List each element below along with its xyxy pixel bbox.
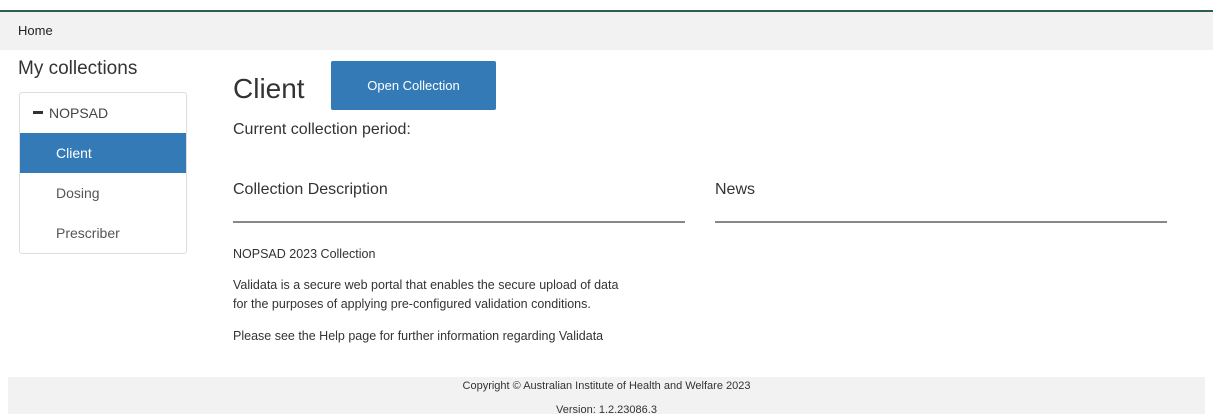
page-title: Client xyxy=(233,73,305,104)
sidebar-item-client[interactable]: Client xyxy=(20,133,186,173)
footer-copyright: Copyright © Australian Institute of Heal… xyxy=(462,380,751,392)
collection-name-text: NOPSAD 2023 Collection xyxy=(233,247,376,261)
breadcrumb-home-link[interactable]: Home xyxy=(18,23,53,38)
news-heading: News xyxy=(715,181,756,198)
news-divider xyxy=(715,221,1167,223)
sidebar-title: My collections xyxy=(18,58,138,79)
footer-version: Version: 1.2.23086.3 xyxy=(556,404,657,416)
collection-group-toggle[interactable]: NOPSAD xyxy=(20,93,186,133)
description-divider xyxy=(233,221,685,223)
breadcrumb: Home xyxy=(0,12,1213,50)
description-line-1: Validata is a secure web portal that ena… xyxy=(233,278,619,292)
footer: Copyright © Australian Institute of Heal… xyxy=(8,377,1205,416)
collection-period-label: Current collection period: xyxy=(233,121,411,138)
sidebar-item-prescriber[interactable]: Prescriber xyxy=(20,213,186,253)
description-line-2: for the purposes of applying pre-configu… xyxy=(233,297,591,311)
collections-panel: NOPSAD Client Dosing Prescriber xyxy=(19,92,187,254)
sidebar-item-dosing[interactable]: Dosing xyxy=(20,173,186,213)
collection-group-label: NOPSAD xyxy=(49,105,109,121)
collapse-minus-icon xyxy=(33,110,43,114)
help-text: Please see the Help page for further inf… xyxy=(233,329,604,343)
collection-description-heading: Collection Description xyxy=(233,181,388,198)
open-collection-button[interactable]: Open Collection xyxy=(331,61,496,110)
